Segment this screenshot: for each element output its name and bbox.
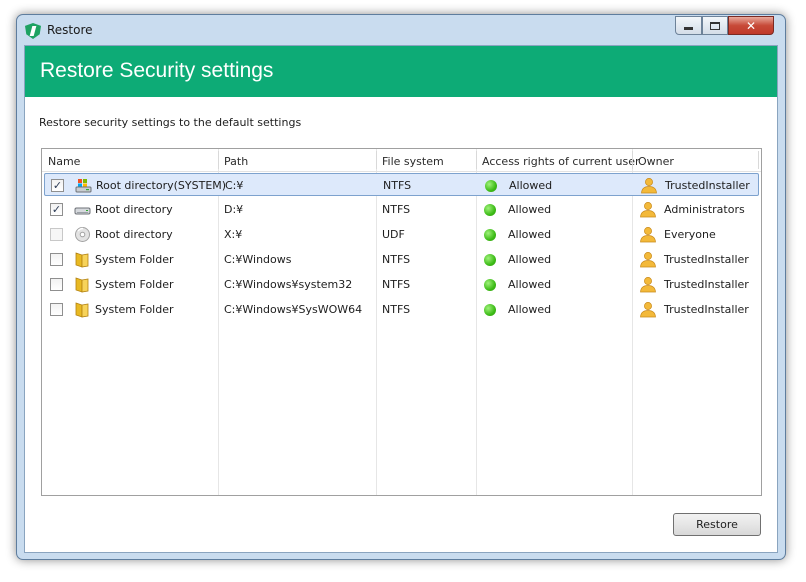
allowed-status-icon	[484, 254, 496, 266]
row-name: System Folder	[95, 253, 174, 266]
row-checkbox	[50, 228, 63, 241]
row-path: C:¥Windows¥SysWOW64	[224, 303, 363, 316]
allowed-status-icon	[484, 304, 496, 316]
row-name: Root directory	[95, 228, 173, 241]
row-access-rights: Allowed	[508, 203, 552, 216]
table-row[interactable]: Root directory X:¥ UDF Allowed Everyone	[44, 223, 759, 246]
description-text: Restore security settings to the default…	[39, 116, 302, 129]
row-file-system: NTFS	[383, 179, 412, 192]
restore-window: Restore ✕ Restore Security settings Rest…	[16, 14, 786, 560]
allowed-status-icon	[484, 204, 496, 216]
security-settings-table: Name Path File system Access rights of c…	[41, 148, 762, 496]
column-header-path[interactable]: Path	[224, 155, 248, 168]
row-checkbox[interactable]: ✓	[50, 203, 63, 216]
user-icon	[640, 177, 658, 194]
row-file-system: NTFS	[382, 203, 411, 216]
row-name: System Folder	[95, 303, 174, 316]
column-header-file-system[interactable]: File system	[382, 155, 444, 168]
user-icon	[639, 276, 657, 293]
row-file-system: NTFS	[382, 253, 411, 266]
dialog-content: Restore Security settings Restore securi…	[24, 45, 778, 553]
user-icon	[639, 226, 657, 243]
column-header-owner[interactable]: Owner	[638, 155, 674, 168]
column-resize-handle[interactable]	[218, 151, 219, 169]
table-row[interactable]: ✓ Root directory(SYSTEM) C:¥ NTFS Allowed Tru…	[44, 173, 759, 196]
row-access-rights: Allowed	[508, 303, 552, 316]
title-bar[interactable]: Restore ✕	[17, 15, 785, 45]
allowed-status-icon	[485, 180, 497, 192]
user-icon	[639, 251, 657, 268]
minimize-button[interactable]	[675, 16, 702, 35]
row-name: Root directory	[95, 203, 173, 216]
table-header: Name Path File system Access rights of c…	[42, 149, 761, 172]
row-path: X:¥	[224, 228, 243, 241]
folder-icon	[74, 251, 91, 268]
row-checkbox[interactable]	[50, 253, 63, 266]
row-owner: TrustedInstaller	[664, 253, 749, 266]
table-row[interactable]: ✓ Root directory D:¥ NTFS Allowed Administrat…	[44, 198, 759, 221]
row-checkbox[interactable]	[50, 303, 63, 316]
column-header-access-rights[interactable]: Access rights of current user	[482, 155, 640, 168]
shield-app-icon	[25, 23, 41, 39]
row-name: System Folder	[95, 278, 174, 291]
row-file-system: UDF	[382, 228, 405, 241]
table-row[interactable]: System Folder C:¥Windows¥system32 NTFS Allo…	[44, 273, 759, 296]
maximize-icon	[710, 21, 720, 30]
system-drive-icon	[75, 177, 92, 194]
column-resize-handle[interactable]	[632, 151, 633, 169]
row-access-rights: Allowed	[508, 228, 552, 241]
folder-icon	[74, 276, 91, 293]
table-row[interactable]: System Folder C:¥Windows¥SysWOW64 NTFS Allo…	[44, 298, 759, 321]
maximize-button[interactable]	[702, 16, 728, 35]
row-checkbox[interactable]	[50, 278, 63, 291]
row-access-rights: Allowed	[508, 278, 552, 291]
page-title: Restore Security settings	[40, 59, 274, 82]
restore-button[interactable]: Restore	[673, 513, 761, 536]
row-file-system: NTFS	[382, 303, 411, 316]
column-resize-handle[interactable]	[376, 151, 377, 169]
user-icon	[639, 301, 657, 318]
row-owner: TrustedInstaller	[664, 278, 749, 291]
column-resize-handle[interactable]	[758, 151, 759, 169]
row-access-rights: Allowed	[509, 179, 553, 192]
row-path: C:¥	[225, 179, 244, 192]
allowed-status-icon	[484, 229, 496, 241]
window-title: Restore	[47, 23, 93, 37]
folder-icon	[74, 301, 91, 318]
row-name: Root directory(SYSTEM)	[96, 179, 227, 192]
row-owner: Administrators	[664, 203, 745, 216]
hard-drive-icon	[74, 201, 91, 218]
close-icon: ✕	[745, 18, 757, 33]
row-checkbox[interactable]: ✓	[51, 179, 64, 192]
row-owner: Everyone	[664, 228, 716, 241]
row-access-rights: Allowed	[508, 253, 552, 266]
row-path: C:¥Windows	[224, 253, 292, 266]
table-row[interactable]: System Folder C:¥Windows NTFS Allowed Truste…	[44, 248, 759, 271]
close-button[interactable]: ✕	[728, 16, 774, 35]
user-icon	[639, 201, 657, 218]
column-resize-handle[interactable]	[476, 151, 477, 169]
optical-disc-icon	[74, 226, 91, 243]
allowed-status-icon	[484, 279, 496, 291]
minimize-icon	[684, 27, 693, 30]
row-path: C:¥Windows¥system32	[224, 278, 353, 291]
row-owner: TrustedInstaller	[665, 179, 750, 192]
row-file-system: NTFS	[382, 278, 411, 291]
header-banner: Restore Security settings	[25, 46, 777, 97]
row-owner: TrustedInstaller	[664, 303, 749, 316]
row-path: D:¥	[224, 203, 244, 216]
column-header-name[interactable]: Name	[48, 155, 80, 168]
